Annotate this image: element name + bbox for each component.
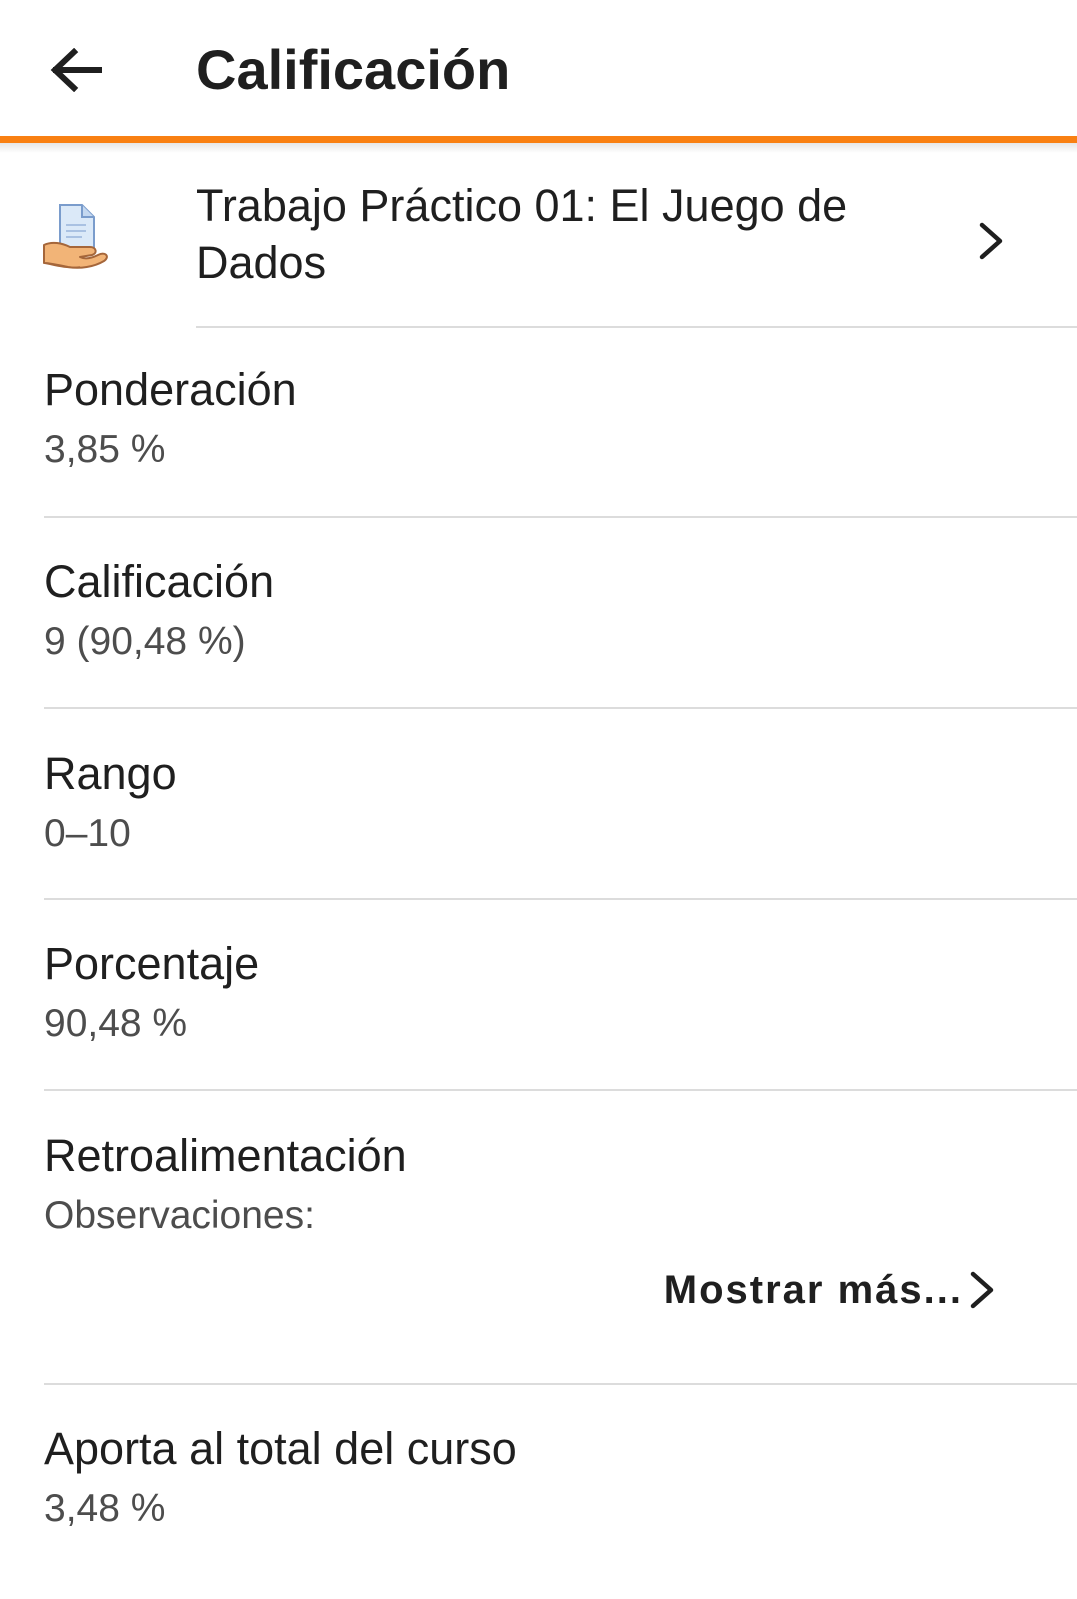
page-title: Calificación	[196, 38, 511, 101]
divider	[44, 1089, 1077, 1091]
item-value: 3,85 %	[44, 428, 166, 471]
item-ponderacion: Ponderación 3,85 %	[44, 362, 1077, 475]
item-value: 0–10	[44, 812, 131, 855]
activity-link[interactable]: Trabajo Práctico 01: El Juego de Dados	[0, 153, 1077, 328]
show-more-button[interactable]: Mostrar más...	[664, 1262, 997, 1318]
item-porcentaje: Porcentaje 90,48 %	[44, 936, 1077, 1049]
item-label: Aporta al total del curso	[44, 1423, 517, 1474]
divider	[44, 707, 1077, 709]
item-label: Rango	[44, 748, 177, 799]
item-value: 3,48 %	[44, 1487, 166, 1530]
item-value: 90,48 %	[44, 1002, 188, 1045]
activity-title: Trabajo Práctico 01: El Juego de Dados	[196, 180, 848, 288]
divider	[44, 1383, 1077, 1385]
item-label: Retroalimentación	[44, 1130, 407, 1181]
item-value: 9 (90,48 %)	[44, 620, 246, 663]
activity-divider	[196, 326, 1077, 328]
divider	[44, 898, 1077, 900]
arrow-left-icon	[50, 48, 102, 92]
item-calificacion: Calificación 9 (90,48 %)	[44, 554, 1077, 667]
item-label: Calificación	[44, 556, 275, 607]
assignment-icon	[43, 204, 108, 269]
show-more-label: Mostrar más...	[663, 1267, 963, 1312]
feedback-text: Observaciones:	[44, 1194, 315, 1237]
header-shadow	[0, 143, 1077, 153]
item-retroalimentacion: Retroalimentación Observaciones:	[44, 1128, 1077, 1241]
app-header: Calificación	[0, 0, 1077, 138]
chevron-right-icon	[979, 222, 1003, 260]
divider	[44, 516, 1077, 518]
item-rango: Rango 0–10	[44, 746, 1077, 859]
item-label: Ponderación	[44, 364, 297, 415]
item-aporta-total: Aporta al total del curso 3,48 %	[44, 1421, 1077, 1534]
chevron-right-icon	[970, 1271, 994, 1309]
item-label: Porcentaje	[44, 938, 260, 989]
header-accent-bar	[0, 136, 1077, 143]
back-button[interactable]	[40, 34, 112, 106]
